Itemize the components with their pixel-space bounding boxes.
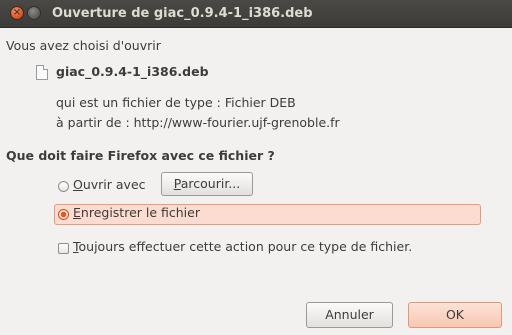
window-title: Ouverture de giac_0.9.4-1_i386.deb xyxy=(52,6,313,21)
always-do-checkbox[interactable] xyxy=(58,243,69,254)
save-file-label[interactable]: Enregistrer le fichier xyxy=(73,205,200,220)
browse-mnemonic: P xyxy=(173,176,181,191)
browse-button[interactable]: Parcourir... xyxy=(161,172,253,196)
open-with-radio[interactable] xyxy=(58,181,69,192)
ok-button[interactable]: OK xyxy=(408,302,502,328)
file-name: giac_0.9.4-1_i386.deb xyxy=(56,64,209,79)
file-type-info: qui est un fichier de type : Fichier DEB xyxy=(56,95,296,110)
file-source-info: à partir de : http://www-fourier.ujf-gre… xyxy=(56,115,340,130)
save-file-radio[interactable] xyxy=(58,209,69,220)
close-icon[interactable]: × xyxy=(10,6,24,20)
browse-label-rest: arcourir... xyxy=(180,176,241,191)
cancel-button[interactable]: Annuler xyxy=(306,302,393,328)
minimize-icon[interactable] xyxy=(27,6,41,20)
question-heading: Que doit faire Firefox avec ce fichier ? xyxy=(6,148,275,163)
title-bar: × Ouverture de giac_0.9.4-1_i386.deb xyxy=(0,0,512,28)
open-with-label[interactable]: Ouvrir avec xyxy=(73,177,146,192)
open-with-mnemonic: O xyxy=(73,177,83,192)
intro-text: Vous avez choisi d'ouvrir xyxy=(6,38,161,53)
always-do-label-rest: oujours effectuer cette action pour ce t… xyxy=(78,239,413,254)
open-with-label-rest: uvrir avec xyxy=(82,177,146,192)
file-icon xyxy=(36,65,48,80)
save-file-label-rest: nregistrer le fichier xyxy=(80,205,200,220)
save-file-mnemonic: E xyxy=(73,205,81,220)
always-do-label[interactable]: Toujours effectuer cette action pour ce … xyxy=(73,239,412,254)
